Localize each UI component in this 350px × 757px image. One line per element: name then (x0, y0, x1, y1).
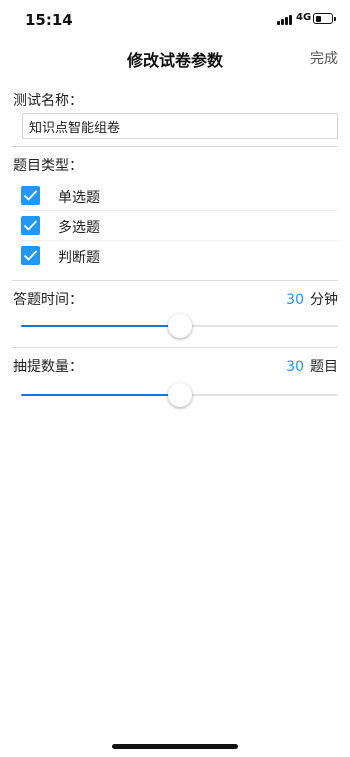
question-count-value: 30 题目 (286, 356, 338, 376)
option-true-false[interactable]: 判断题 (21, 241, 338, 271)
option-label: 单选题 (58, 190, 100, 206)
option-multiple-choice[interactable]: 多选题 (21, 211, 338, 241)
home-indicator (112, 744, 238, 749)
option-single-choice[interactable]: 单选题 (21, 181, 338, 211)
battery-icon (313, 13, 336, 24)
answer-time-slider[interactable] (21, 314, 338, 338)
slider-thumb[interactable] (167, 314, 192, 338)
test-name-input[interactable] (22, 113, 338, 139)
answer-time-value: 30 分钟 (286, 289, 338, 309)
status-bar: 15:14 4G (0, 0, 350, 40)
divider (12, 146, 338, 147)
test-name-label: 测试名称： (13, 93, 83, 109)
question-type-label: 题目类型： (13, 158, 83, 174)
answer-time-number: 30 (286, 292, 304, 308)
done-button[interactable]: 完成 (310, 48, 338, 68)
question-count-number: 30 (286, 359, 304, 375)
checkbox-checked-icon[interactable] (21, 216, 40, 235)
option-label: 多选题 (58, 220, 100, 236)
network-type: 4G (296, 12, 312, 23)
question-count-label: 抽提数量： (13, 359, 83, 375)
slider-progress (21, 325, 180, 327)
signal-icon (277, 14, 293, 25)
slider-thumb[interactable] (167, 383, 192, 407)
option-label: 判断题 (58, 250, 100, 266)
navigation-bar: 修改试卷参数 完成 (0, 40, 350, 74)
page-title: 修改试卷参数 (126, 51, 223, 70)
answer-time-label: 答题时间： (13, 292, 83, 308)
status-time: 15:14 (25, 11, 73, 29)
checkbox-checked-icon[interactable] (21, 186, 40, 205)
slider-progress (21, 394, 180, 396)
question-count-unit: 题目 (310, 359, 338, 375)
answer-time-unit: 分钟 (310, 292, 338, 308)
divider (12, 280, 338, 281)
question-count-slider[interactable] (21, 383, 338, 407)
divider (12, 347, 338, 348)
checkbox-checked-icon[interactable] (21, 246, 40, 265)
